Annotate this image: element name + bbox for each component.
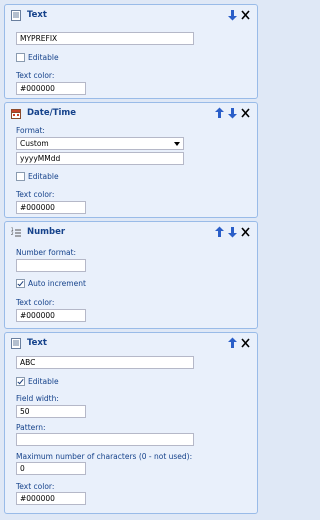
move-up-button[interactable] xyxy=(214,226,225,238)
editable-checkbox[interactable]: Editable xyxy=(16,377,59,386)
text-document-icon xyxy=(11,10,21,21)
field-width-label: Field width: xyxy=(16,394,59,403)
number-format-input[interactable] xyxy=(16,259,86,272)
max-chars-label: Maximum number of characters (0 - not us… xyxy=(16,452,193,461)
numbered-list-icon: 12 xyxy=(11,227,21,238)
close-icon[interactable] xyxy=(240,226,251,238)
panel-header: Text xyxy=(5,5,257,25)
checkbox-box[interactable] xyxy=(16,279,25,288)
datetime-panel: Date/Time Format: Custom yyyyMMdd Editab… xyxy=(4,102,258,218)
text-color-label: Text color: xyxy=(16,482,55,491)
number-format-label: Number format: xyxy=(16,248,77,257)
move-down-button[interactable] xyxy=(227,226,238,238)
checkbox-label: Editable xyxy=(28,53,59,62)
text-color-input[interactable]: #000000 xyxy=(16,82,86,95)
text-value-input[interactable]: MYPREFIX xyxy=(16,32,194,45)
text-color-label: Text color: xyxy=(16,298,55,307)
panel-header: Date/Time xyxy=(5,103,257,123)
max-chars-input[interactable]: 0 xyxy=(16,462,86,475)
auto-increment-checkbox[interactable]: Auto increment xyxy=(16,279,86,288)
text-color-input[interactable]: #000000 xyxy=(16,309,86,322)
move-up-button[interactable] xyxy=(227,337,238,349)
text-color-label: Text color: xyxy=(16,71,55,80)
pattern-input[interactable]: yyyyMMdd xyxy=(16,152,184,165)
close-icon[interactable] xyxy=(240,107,251,119)
editable-checkbox[interactable]: Editable xyxy=(16,53,59,62)
editable-checkbox[interactable]: Editable xyxy=(16,172,59,181)
checkbox-label: Editable xyxy=(28,172,59,181)
number-panel: 12 Number Number format: Auto increment … xyxy=(4,221,258,329)
text-value-input[interactable]: ABC xyxy=(16,356,194,369)
panel-header: 12 Number xyxy=(5,222,257,242)
text-panel-2: Text ABC Editable Field width: 50 Patter… xyxy=(4,332,258,514)
pattern-input[interactable] xyxy=(16,433,194,446)
calendar-icon xyxy=(11,108,21,119)
panel-title: Text xyxy=(27,338,47,348)
move-down-button[interactable] xyxy=(227,107,238,119)
text-color-input[interactable]: #000000 xyxy=(16,492,86,505)
move-down-button[interactable] xyxy=(227,9,238,21)
checkbox-label: Auto increment xyxy=(28,279,86,288)
panel-header: Text xyxy=(5,333,257,353)
checkbox-box[interactable] xyxy=(16,172,25,181)
panel-title: Number xyxy=(27,227,66,237)
field-width-input[interactable]: 50 xyxy=(16,405,86,418)
text-document-icon xyxy=(11,338,21,349)
text-color-label: Text color: xyxy=(16,190,55,199)
checkbox-label: Editable xyxy=(28,377,59,386)
text-color-input[interactable]: #000000 xyxy=(16,201,86,214)
move-up-button[interactable] xyxy=(214,107,225,119)
checkbox-box[interactable] xyxy=(16,377,25,386)
text-panel-1: Text MYPREFIX Editable Text color: #0000… xyxy=(4,4,258,99)
panel-title: Text xyxy=(27,10,47,20)
close-icon[interactable] xyxy=(240,9,251,21)
format-select[interactable]: Custom xyxy=(16,137,184,150)
pattern-label: Pattern: xyxy=(16,423,46,432)
format-selected-value: Custom xyxy=(20,139,49,148)
format-label: Format: xyxy=(16,126,45,135)
close-icon[interactable] xyxy=(240,337,251,349)
checkbox-box[interactable] xyxy=(16,53,25,62)
chevron-down-icon[interactable] xyxy=(174,142,180,146)
panel-title: Date/Time xyxy=(27,108,77,118)
svg-text:2: 2 xyxy=(11,231,14,236)
